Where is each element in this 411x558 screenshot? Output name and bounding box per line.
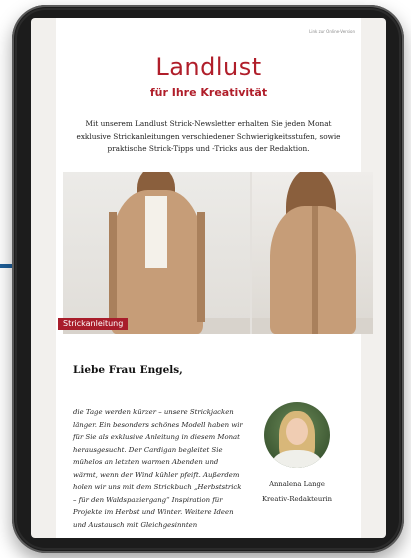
author-name: Annalena Lange [269, 480, 325, 488]
landlust-logo[interactable]: Landlust [56, 53, 361, 81]
newsletter-email: Link zur Online-Version Landlust für Ihr… [56, 18, 373, 538]
newsletter-body-text: die Tage werden kürzer – unsere Strickja… [73, 408, 243, 529]
hero-image[interactable] [63, 172, 373, 334]
greeting-heading: Liebe Frau Engels, [73, 364, 183, 376]
online-version-link[interactable]: Link zur Online-Version [309, 29, 355, 34]
logo-tagline: für Ihre Kreativität [149, 86, 268, 99]
category-badge[interactable]: Strickanleitung [58, 318, 129, 330]
tablet-screen[interactable]: Link zur Online-Version Landlust für Ihr… [31, 18, 386, 538]
author-avatar [264, 402, 330, 468]
side-accent-bar [0, 264, 12, 268]
cardigan-photo-front [63, 172, 250, 334]
author-role: Kreativ-Redakteurin [261, 495, 333, 503]
intro-text: Mit unserem Landlust Strick-Newsletter e… [76, 119, 341, 153]
cardigan-photo-back [252, 172, 373, 334]
